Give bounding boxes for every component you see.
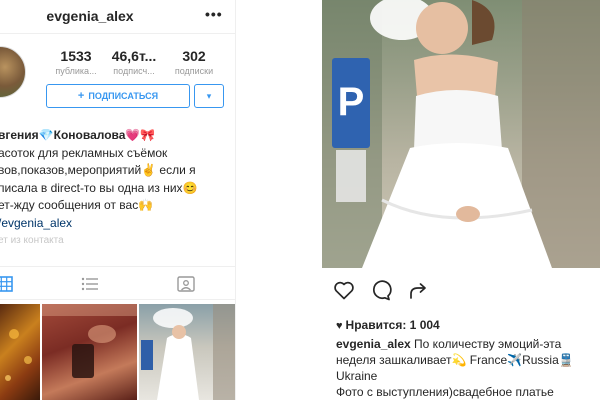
stat-posts-label: публика...: [55, 66, 97, 76]
grid-icon[interactable]: [0, 275, 14, 293]
post-panel: P ♥ Нравится: 1 004 evgenia_alex По колич…: [322, 0, 600, 400]
caption-line: неделя зашкаливает💫 France✈️Russia🚆: [336, 353, 574, 367]
profile-username: evgenia_alex: [46, 8, 134, 24]
bio-line: писала в direct-то вы одна из них😊: [0, 180, 198, 195]
caption-line: Фото с выступления)свадебное платье: [336, 385, 554, 399]
stat-following-label: подписки: [174, 66, 214, 76]
likes-count[interactable]: ♥ Нравится: 1 004: [336, 318, 440, 332]
heart-outline-icon[interactable]: [332, 278, 356, 302]
stat-followers-value: 46,6т...: [111, 48, 157, 64]
comment-bubble-icon[interactable]: [368, 278, 392, 302]
bio-line: вов,показов,мероприятий✌️ если я: [0, 163, 196, 177]
follow-button-label: ПОДПИСАТЬСЯ: [88, 91, 159, 101]
more-options-icon[interactable]: •••: [205, 6, 223, 22]
tagged-icon[interactable]: [176, 275, 196, 293]
post-thumbnail[interactable]: [139, 304, 235, 400]
profile-header: evgenia_alex •••: [0, 0, 235, 34]
post-caption: evgenia_alex По количеству эмоций-эта не…: [336, 336, 600, 400]
bio-name: вгения💎Коновалова💗🎀: [0, 128, 156, 142]
bio-faded-text: ет из контакта: [0, 235, 64, 246]
profile-bio: вгения💎Коновалова💗🎀 асоток для рекламных…: [0, 127, 234, 250]
post-thumbnail[interactable]: [42, 304, 137, 400]
share-arrow-icon[interactable]: [406, 278, 430, 302]
post-photo[interactable]: P: [322, 0, 600, 268]
profile-panel: evgenia_alex ••• 1533 публика... 46,6т..…: [0, 0, 236, 400]
stat-followers-label: подписч...: [113, 66, 155, 76]
bio-line: ет-жду сообщения от вас🙌: [0, 198, 154, 212]
svg-text:P: P: [338, 80, 365, 124]
stat-posts[interactable]: 1533 публика...: [46, 48, 106, 76]
follow-button[interactable]: + ПОДПИСАТЬСЯ: [46, 84, 190, 108]
avatar[interactable]: [0, 46, 26, 98]
caption-line: evgenia_alex По количеству эмоций-эта: [336, 336, 600, 352]
plus-icon: +: [77, 90, 85, 102]
thumbnail-image: [5, 329, 32, 381]
bio-link[interactable]: /evgenia_alex: [0, 215, 234, 233]
stat-posts-value: 1533: [60, 48, 92, 64]
caption-author[interactable]: evgenia_alex: [336, 337, 411, 351]
thumbnail-image: [42, 304, 137, 378]
thumbnail-image: [141, 304, 235, 400]
stat-following-value: 302: [182, 48, 206, 64]
stat-followers[interactable]: 46,6т... подписч...: [104, 48, 164, 76]
post-thumbnail[interactable]: [0, 304, 40, 400]
heart-icon: ♥: [336, 320, 343, 332]
caption-text: По количеству эмоций-эта: [410, 337, 562, 351]
post-actions: [322, 270, 600, 310]
likes-text: Нравится: 1 004: [345, 318, 440, 332]
post-image: P: [322, 0, 600, 268]
bio-line: асоток для рекламных съёмок: [0, 145, 168, 160]
list-icon[interactable]: [80, 275, 100, 293]
stat-following[interactable]: 302 подписки: [164, 48, 224, 76]
profile-tabs: [0, 266, 235, 300]
chevron-down-icon: ▾: [206, 90, 212, 101]
suggestions-dropdown-button[interactable]: ▾: [194, 84, 224, 108]
caption-line: Ukraine: [336, 369, 378, 383]
